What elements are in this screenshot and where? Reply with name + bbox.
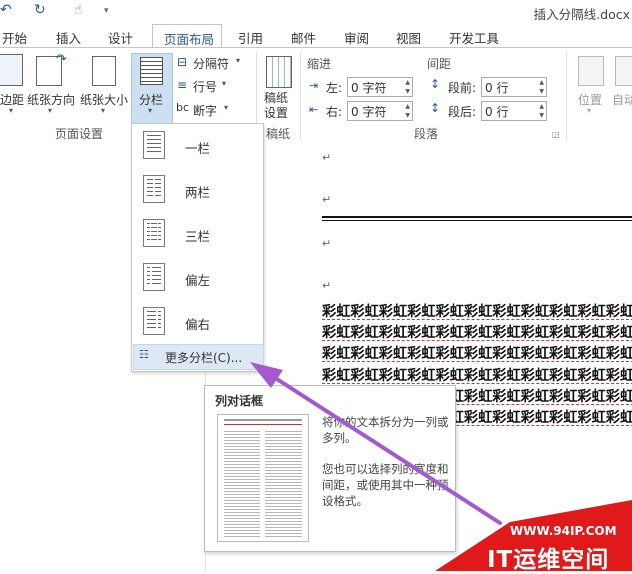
watermark-brand: IT运维空间 [487,547,610,573]
annotation-arrow [250,362,502,525]
watermark: WWW.94IP.COM IT运维空间 [415,500,632,573]
watermark-url: WWW.94IP.COM [510,524,617,538]
